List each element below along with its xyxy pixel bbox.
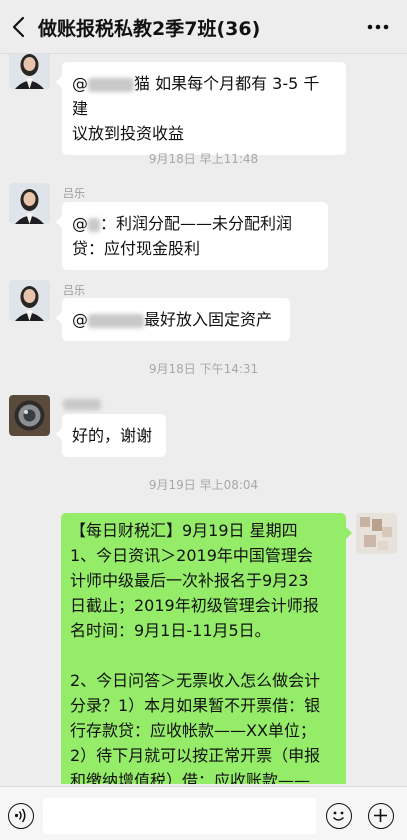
emoji-icon[interactable]	[326, 803, 352, 829]
message-line: 和缴纳增值税）借：应收账款——	[70, 771, 311, 784]
message-bubble[interactable]: @ 最好放入固定资产	[56, 298, 290, 341]
message-text: ：利润分配——未分配利润	[100, 214, 293, 233]
message-line: 行存款贷：应收帐款——XX单位；	[70, 721, 316, 740]
message-list[interactable]: @ 猫 如果每个月都有 3-5 千 建 议放到投资收益 9月18日 早上11:48…	[0, 54, 407, 784]
avatar[interactable]	[9, 280, 50, 321]
message-input[interactable]	[43, 798, 316, 834]
avatar[interactable]	[9, 54, 50, 89]
message-bubble[interactable]: @ 猫 如果每个月都有 3-5 千 建 议放到投资收益	[56, 62, 346, 155]
mention-prefix: @	[72, 214, 88, 233]
message-bubble[interactable]: 好的，谢谢	[56, 414, 166, 457]
sender-name: 吕乐	[63, 187, 85, 200]
message-line: 名时间：9月1日-11月5日。	[70, 621, 271, 640]
avatar[interactable]	[9, 183, 50, 224]
message-line: 【每日财税汇】9月19日 星期四	[70, 521, 298, 540]
mention-prefix: @	[72, 74, 88, 93]
self-message-bubble[interactable]: 【每日财税汇】9月19日 星期四 1、今日资讯＞2019年中国管理会 计师中级最…	[61, 513, 346, 784]
blurred-name	[88, 77, 134, 92]
plus-icon[interactable]	[368, 803, 394, 829]
message-line: 分录？1）本月如果暂不开票借：银	[70, 696, 321, 715]
message-text: 最好放入固定资产	[144, 310, 273, 329]
message-text: 议放到投资收益	[72, 124, 185, 143]
more-dots-icon[interactable]	[367, 24, 389, 30]
self-avatar[interactable]	[356, 513, 397, 554]
blurred-name	[88, 217, 100, 232]
sender-name: 吕乐	[63, 284, 85, 297]
message-line: 日截止；2019年初级管理会计师报	[70, 596, 319, 615]
chat-title: 做账报税私教2季7班(36)	[38, 18, 261, 40]
back-arrow-icon[interactable]	[10, 15, 30, 39]
message-text: 好的，谢谢	[72, 426, 153, 445]
message-line: 1、今日资讯＞2019年中国管理会	[70, 546, 313, 565]
message-line: 2、今日问答＞无票收入怎么做会计	[70, 671, 321, 690]
message-line	[70, 643, 337, 668]
mention-prefix: @	[72, 310, 88, 329]
voice-icon[interactable]	[8, 803, 34, 829]
blurred-sender	[63, 397, 101, 410]
chat-header: 做账报税私教2季7班(36)	[0, 0, 407, 54]
timestamp: 9月18日 早上11:48	[148, 152, 259, 166]
avatar[interactable]	[9, 395, 50, 436]
message-line: 2）待下月就可以按正常开票（申报	[70, 746, 321, 765]
message-bubble[interactable]: @ ：利润分配——未分配利润 贷：应付现金股利	[56, 202, 328, 270]
message-line: 计师中级最后一次补报名于9月23	[70, 571, 309, 590]
message-text: 贷：应付现金股利	[72, 239, 201, 258]
self-bubble-tail	[346, 527, 352, 539]
timestamp: 9月18日 下午14:31	[148, 362, 259, 376]
timestamp: 9月19日 早上08:04	[148, 478, 259, 492]
input-bar	[0, 786, 407, 840]
blurred-name	[88, 313, 144, 328]
